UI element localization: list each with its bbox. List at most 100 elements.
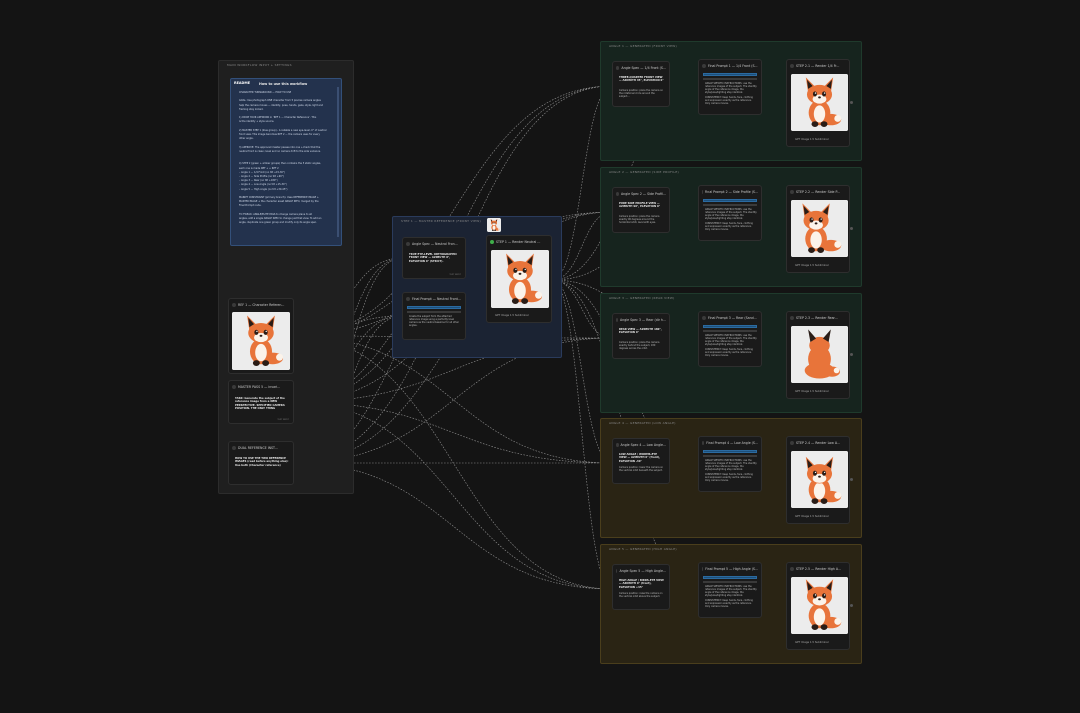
node-title: Angle Spec 5 — High Angle...: [619, 568, 666, 573]
node-text: PURE SIDE PROFILE VIEW — AZIMUTH 90°, EL…: [619, 202, 661, 209]
node-title: Angle Spec — 1/4 Front (S...: [621, 65, 666, 70]
node-foot: TEXT INPUT: [449, 274, 461, 276]
readme-badge: README: [234, 81, 251, 85]
node-title: STEP 2.1 — Render 1/4 Fr...: [796, 63, 840, 68]
group-title: MAIN WORKFLOW INPUT + SETTINGS: [227, 63, 292, 67]
final-prompt-node[interactable]: Final Prompt 4 — Low Angle (S... ANGLE SP…: [698, 436, 762, 492]
render-output-image: [791, 74, 848, 131]
final-prompt-node[interactable]: Final Prompt 2 — Side Profile (S... ANGLE…: [698, 185, 762, 241]
status-dot: [616, 568, 618, 573]
node-title: STEP 2.2 — Render Side P...: [796, 189, 840, 194]
model-caption: GPT Image 1.5 Subliminal: [795, 138, 829, 141]
render-node-side[interactable]: STEP 2.2 — Render Side P... GPT Image 1.5…: [786, 185, 850, 273]
node-title: STEP 2.3 — Render Rear...: [796, 315, 838, 320]
node-title: Final Prompt — Neutral Front...: [412, 296, 461, 301]
group-title: ANGLE 2 — GENERATED (SIDE PROFILE): [609, 170, 680, 174]
readme-line: – Angle 5 — High Angle (no tilt +30-45°): [239, 187, 288, 191]
readme-line: – Angle 2 — Side Profile (no tilt +90°): [239, 175, 284, 178]
prompt-combine-bar[interactable]: [703, 73, 757, 76]
model-caption: GPT Image 1.5 Subliminal: [795, 264, 829, 267]
readme-line: MASTER IMAGE + the character asset ANGLE…: [239, 200, 319, 204]
angle-spec-node[interactable]: Angle Spec 5 — High Angle... HIGH ANGLE /…: [612, 564, 670, 610]
status-dot: [232, 384, 236, 389]
fox-image: [232, 312, 290, 370]
prompt-combine-bar[interactable]: [703, 450, 757, 453]
angle-spec-node[interactable]: Angle Spec — 1/4 Front (S... THREE-QUARTE…: [612, 61, 670, 107]
readme-line: help the camera moves — identity, pose, …: [239, 103, 323, 107]
readme-line: TO TWEAK: ANGLE/ELITE PASS to change cam…: [239, 212, 312, 216]
status-dot: [490, 239, 494, 244]
render-node-low[interactable]: STEP 2.4 — Render Low A... GPT Image 1.5 …: [786, 436, 850, 524]
render-node-high[interactable]: STEP 2.5 — Render High A... GPT Image 1.5…: [786, 562, 850, 650]
node-title: STEP 2.5 — Render High A...: [796, 566, 842, 571]
readme-line: angles, edit a single ANGLE SPEC to chan…: [239, 217, 322, 220]
node-title: STEP 1 — Render Neutral ...: [496, 239, 541, 244]
render-node-rear[interactable]: STEP 2.3 — Render Rear... GPT Image 1.5 S…: [786, 311, 850, 399]
readme-line: 2) MASTER STEP 1 (blue group) - A reliab…: [239, 128, 327, 132]
node-graph-canvas[interactable]: MAIN WORKFLOW INPUT + SETTINGS README Ho…: [0, 0, 1080, 713]
readme-line: neutral front is clean; level and no cam…: [239, 149, 321, 153]
dual-reference-node[interactable]: DUAL REFERENCE INST... HOW TO USE THE TW…: [228, 441, 294, 485]
node-subtext: Camera position: place the camera exactl…: [619, 341, 660, 350]
node-text: REAR VIEW — AZIMUTH 180°, ELEVATION 0°: [619, 328, 662, 335]
prompt-combine-bar[interactable]: [703, 325, 757, 328]
step1-render-node[interactable]: STEP 1 — Render Neutral ... GPT Image 1.…: [486, 235, 552, 323]
status-dot: [406, 296, 410, 301]
status-dot: [406, 241, 410, 246]
node-title: DUAL REFERENCE INST...: [238, 445, 278, 450]
angle-spec-node[interactable]: Angle Spec 3 — Rear (dir h... REAR VIEW —…: [612, 313, 670, 359]
readme-line: each one is made REF + + REF 2: [239, 166, 279, 170]
node-subtext: Camera position: raise the camera on the…: [619, 592, 663, 598]
status-dot: [702, 315, 706, 320]
status-dot: [790, 315, 794, 320]
node-title: Final Prompt 2 — Side Profile (S...: [704, 189, 758, 194]
group-title: ANGLE 3 — GENERATED (REAR VIEW): [609, 296, 675, 300]
node-title: REF 1 — Character Referen...: [238, 302, 285, 307]
node-text-2: CONSISTENCY: Keep hands, face, clothing …: [705, 348, 753, 357]
output-port[interactable]: [850, 604, 853, 607]
output-port[interactable]: [850, 227, 853, 230]
readme-line: GOAL: Use photograph ONE character from …: [239, 99, 321, 103]
node-text-2: CONSISTENCY: Keep hands, face, clothing …: [705, 96, 753, 105]
angle-spec-node[interactable]: Angle Spec 4 — Low Angle... LOW ANGLE / W…: [612, 438, 670, 484]
final-prompt-node[interactable]: Final Prompt 1 — 1/4 Front (S... ANGLE SP…: [698, 59, 762, 115]
step1-angle-spec-node[interactable]: Angle Spec — Neutral Fron... TRUE EYE-LE…: [402, 237, 466, 279]
group-title: ANGLE 1 — GENERATED (FRONT VIEW): [609, 44, 678, 48]
node-foot: TEXT INPUT: [277, 419, 289, 421]
angle-spec-node[interactable]: Angle Spec 2 — Side Profil... PURE SIDE P…: [612, 187, 670, 233]
node-text-2: CONSISTENCY: Keep hands, face, clothing …: [705, 473, 753, 482]
render-node-front[interactable]: STEP 2.1 — Render 1/4 Fr... GPT Image 1.5…: [786, 59, 850, 147]
readme-line: – Angle 3 — Rear (no tilt +180°): [239, 179, 278, 183]
status-dot: [702, 63, 706, 68]
readme-scrollbar[interactable]: [337, 87, 339, 237]
readme-line: 4) STEP 2 (green + amber groups) then co…: [239, 162, 321, 166]
final-prompt-node[interactable]: Final Prompt 5 — High Angle (S... ANGLE S…: [698, 562, 762, 618]
node-subtext: Camera position: place the camera on the…: [619, 89, 664, 98]
readme-line: framing stay locked.: [239, 107, 264, 111]
step1-final-prompt-node[interactable]: Final Prompt — Neutral Front... Create t…: [402, 292, 466, 340]
prompt-combine-bar[interactable]: [703, 199, 757, 202]
node-title: Final Prompt 4 — Low Angle (S...: [706, 440, 758, 445]
prompt-combine-bar[interactable]: [407, 306, 461, 309]
readme-line: – Angle 4 — Low Angle (no tilt +15-30°): [239, 183, 287, 187]
output-port[interactable]: [850, 353, 853, 356]
master-pass-node[interactable]: MASTER PASS 5 — invari... TASK: Generate…: [228, 380, 294, 424]
node-text: ANGLE SPECIFIC INSTRUCTIONS: use the ref…: [705, 208, 757, 220]
prompt-combine-bar[interactable]: [703, 576, 757, 579]
node-subtext: Camera position: place the camera exactl…: [619, 215, 660, 224]
readme-line: CHARACTER TURNAROUND — HOW TO USE: [239, 91, 292, 94]
node-text-2: CONSISTENCY: Keep hands, face, clothing …: [705, 222, 753, 231]
node-text: ANGLE SPECIFIC INSTRUCTIONS: use the ref…: [705, 459, 757, 471]
status-dot: [790, 63, 794, 68]
node-title: Final Prompt 3 — Rear (Sand...: [708, 315, 757, 320]
output-port[interactable]: [850, 101, 853, 104]
ref1-node[interactable]: REF 1 — Character Referen...: [228, 298, 294, 374]
node-title: Final Prompt 5 — High Angle (S...: [705, 566, 758, 571]
final-prompt-node[interactable]: Final Prompt 3 — Rear (Sand... ANGLE SPEC…: [698, 311, 762, 367]
node-text: LOW ANGLE / WORMS-EYE VIEW — AZIMUTH 0° …: [619, 453, 661, 463]
readme-note[interactable]: README How to use this workflow CHARACTE…: [230, 78, 342, 246]
status-dot: [232, 445, 236, 450]
node-text: TASK: Generate the subject of the refere…: [235, 397, 285, 410]
status-dot: [790, 440, 794, 445]
output-port[interactable]: [850, 478, 853, 481]
